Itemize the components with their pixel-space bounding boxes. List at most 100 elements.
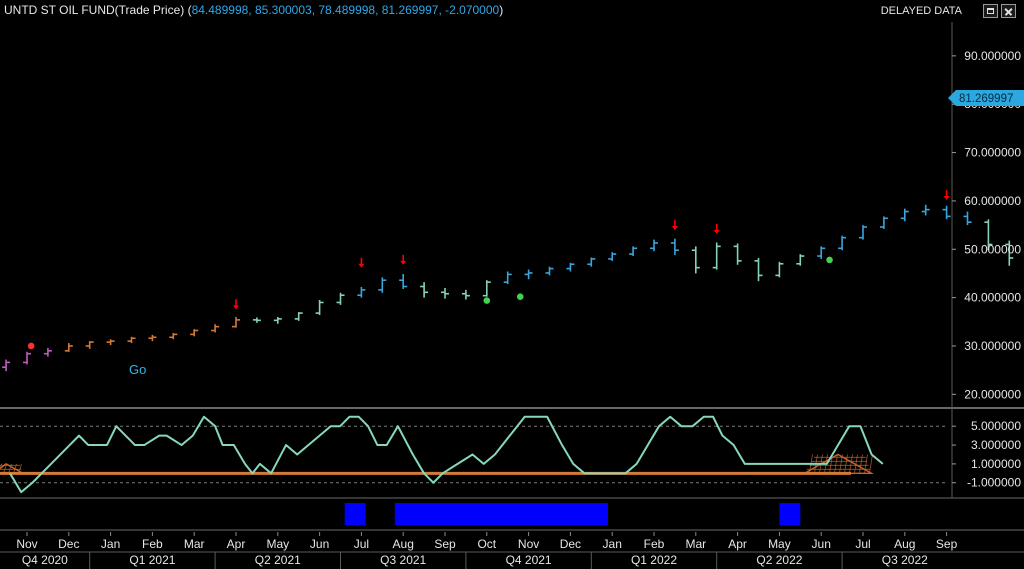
price-bar <box>629 246 638 257</box>
price-bar <box>441 287 449 299</box>
price-bar <box>420 282 429 298</box>
price-bar <box>357 286 366 298</box>
price-bar <box>43 347 52 357</box>
month-label: May <box>768 537 791 551</box>
time-axis: Nov Dec Jan Feb Mar Apr May Jun Jul Aug Sep Oct Nov D… <box>0 532 1024 569</box>
price-bar <box>796 254 805 266</box>
price-bar <box>273 316 282 324</box>
month-label: Sep <box>434 537 456 551</box>
price-bar <box>2 359 11 372</box>
green-dot-marker <box>516 293 524 300</box>
regime-bar-panel <box>0 503 1024 531</box>
regime-blue-bar <box>394 503 609 525</box>
price-bar <box>148 334 157 342</box>
month-label: Jun <box>310 537 329 551</box>
price-bar <box>64 343 73 352</box>
price-bar <box>232 316 240 328</box>
price-bar <box>775 261 784 278</box>
arrow-head <box>400 260 407 265</box>
quarter-label: Q3 2021 <box>380 553 426 567</box>
price-bar <box>587 257 596 267</box>
quarter-label: Q2 2022 <box>756 553 802 567</box>
month-label: Oct <box>477 537 496 551</box>
oscillator-line <box>9 415 884 494</box>
month-label: Jan <box>101 537 120 551</box>
last-price-tag: 81.269997 <box>948 90 1024 107</box>
price-bar <box>127 336 136 344</box>
month-label: Nov <box>16 537 37 551</box>
price-bar <box>733 243 742 265</box>
price-bar <box>817 246 826 259</box>
price-bar <box>608 252 617 261</box>
price-bar <box>482 280 491 297</box>
regime-blue-bar <box>344 503 366 525</box>
price-tick-label: 40.000000 <box>964 291 1021 305</box>
month-label: Aug <box>393 537 414 551</box>
arrow-head <box>943 196 950 201</box>
price-bar <box>190 329 199 337</box>
price-panel[interactable]: Go <box>0 27 1024 409</box>
month-label: Aug <box>894 537 915 551</box>
price-bar <box>378 277 387 293</box>
quarter-label: Q3 2022 <box>882 553 928 567</box>
down-arrow-icon <box>400 254 407 265</box>
price-bar <box>315 300 324 316</box>
arrow-head <box>713 229 720 234</box>
price-bar <box>838 235 847 251</box>
wave-hatch <box>869 454 873 474</box>
oscillator-tick-label: 3.000000 <box>971 438 1021 452</box>
price-bar <box>712 242 721 270</box>
down-arrow-icon <box>713 223 720 234</box>
price-tick-label: 50.000000 <box>964 242 1021 256</box>
down-arrow-icon <box>233 299 239 310</box>
oscillator-tick-label: 1.000000 <box>971 457 1021 471</box>
quarter-label: Q4 2020 <box>22 553 68 567</box>
last-price-tag-text: 81.269997 <box>959 93 1013 105</box>
price-bar <box>503 271 512 285</box>
price-bar <box>85 341 94 349</box>
price-bar <box>942 205 951 220</box>
chart-window: UNTD ST OIL FUND(Trade Price) (84.489998… <box>0 0 1024 569</box>
quarter-label: Q1 2022 <box>631 553 677 567</box>
month-label: May <box>266 537 289 551</box>
price-bar <box>670 238 679 256</box>
month-label: Jul <box>354 537 369 551</box>
price-bar <box>879 216 888 229</box>
month-label: Jul <box>855 537 870 551</box>
price-tick-label: 60.000000 <box>964 194 1021 208</box>
price-bar <box>211 324 220 333</box>
price-bar <box>754 257 763 282</box>
price-bar <box>461 289 470 300</box>
quarter-label: Q1 2021 <box>129 553 175 567</box>
arrow-head <box>671 226 678 231</box>
month-label: Nov <box>518 537 539 551</box>
down-arrow-icon <box>671 220 678 231</box>
month-label: Feb <box>142 537 163 551</box>
price-bar <box>106 339 115 346</box>
month-label: Dec <box>560 537 581 551</box>
quarter-label: Q4 2021 <box>506 553 552 567</box>
month-label: Sep <box>936 537 958 551</box>
price-bar <box>336 292 345 305</box>
go-label: Go <box>129 362 146 377</box>
oscillator-tick-label: -1.000000 <box>967 476 1021 490</box>
price-bar <box>650 239 658 252</box>
price-bar <box>545 266 554 276</box>
price-bar <box>691 246 700 274</box>
month-label: Feb <box>644 537 665 551</box>
month-label: Mar <box>685 537 706 551</box>
oscillator-panel[interactable] <box>0 415 1024 499</box>
month-label: Apr <box>728 537 747 551</box>
price-bar <box>566 262 575 272</box>
month-label: Jan <box>603 537 622 551</box>
red-dot-marker <box>27 342 35 350</box>
price-bar <box>921 204 930 216</box>
price-tick-label: 70.000000 <box>964 146 1021 160</box>
month-label: Dec <box>58 537 79 551</box>
price-bar <box>963 211 972 226</box>
regime-blue-bar <box>779 503 801 525</box>
price-tick-label: 30.000000 <box>964 339 1021 353</box>
green-dot-marker <box>483 297 491 304</box>
price-bar <box>23 351 31 365</box>
month-label: Apr <box>227 537 246 551</box>
